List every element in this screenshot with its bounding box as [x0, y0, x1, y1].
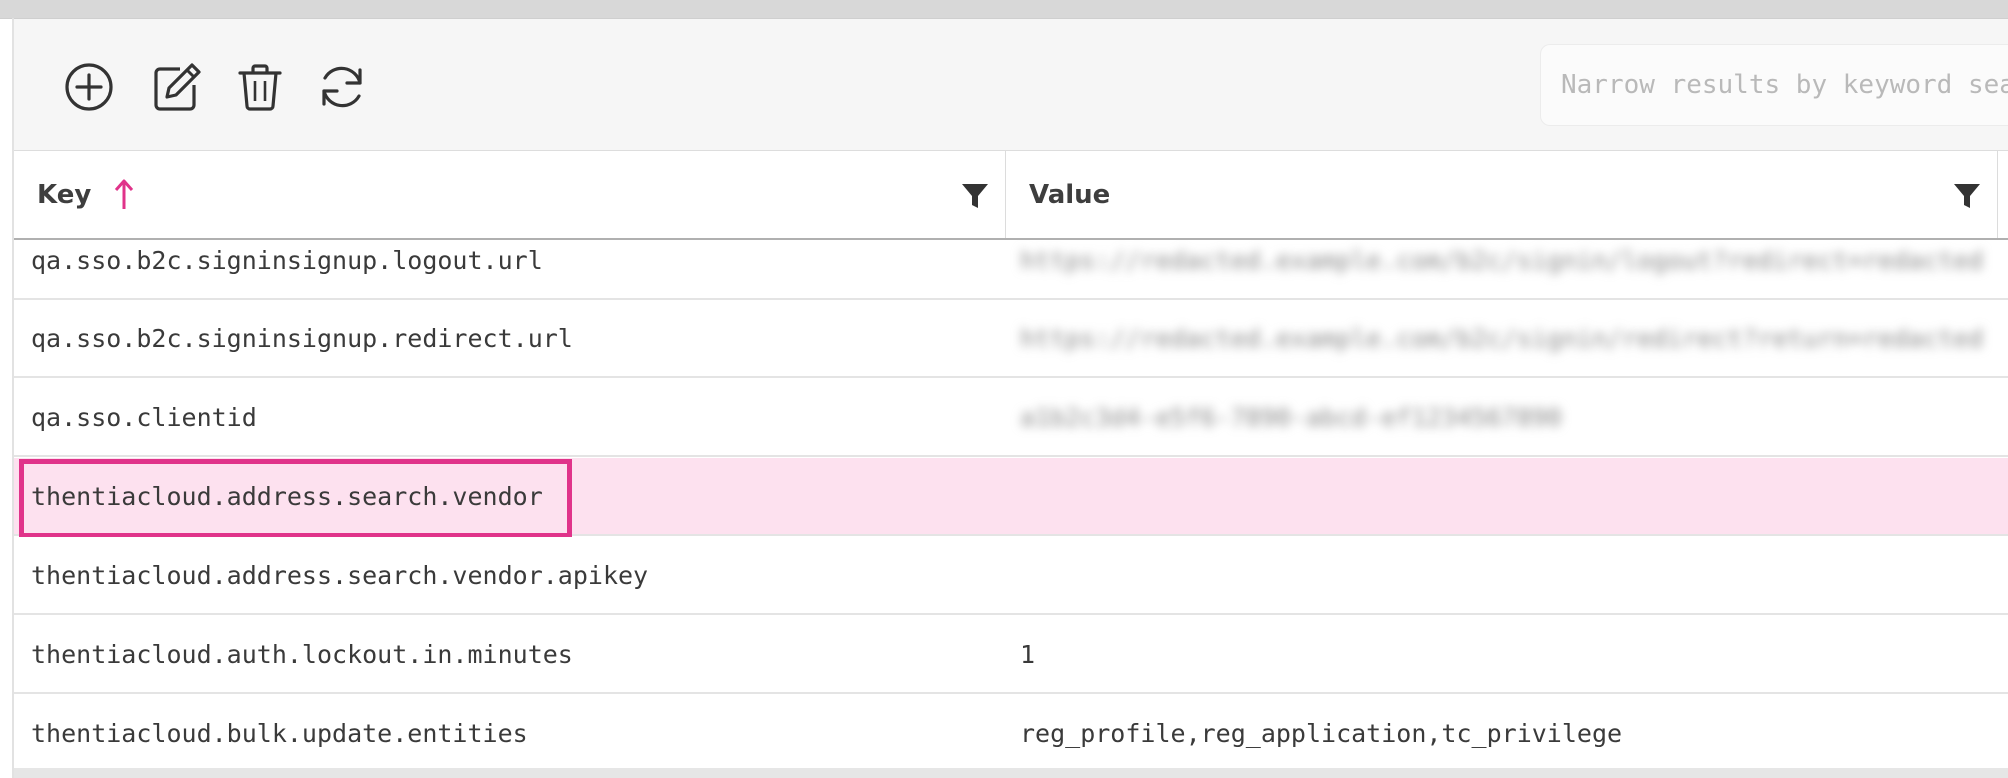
- value-cell: https://redacted.example.com/b2c/signin/…: [1020, 323, 1984, 353]
- table-row[interactable]: thentiacloud.auth.lockout.in.minutes 1: [14, 616, 2008, 694]
- value-cell: https://redacted.example.com/b2c/signin/…: [1020, 245, 1984, 275]
- keyword-search-input[interactable]: [1540, 44, 2008, 126]
- config-table: Key Value qa.sso.b2c.signinsignup.logout…: [14, 151, 2008, 778]
- add-button[interactable]: [61, 59, 117, 115]
- key-cell: thentiacloud.bulk.update.entities: [31, 718, 528, 748]
- filter-icon[interactable]: [961, 182, 989, 210]
- value-cell: [1020, 537, 1990, 613]
- edit-icon: [154, 63, 201, 111]
- delete-icon: [238, 64, 282, 111]
- value-cell: a1b2c3d4-e5f6-7890-abcd-ef1234567890: [1020, 402, 1562, 432]
- sort-ascending-icon[interactable]: [113, 177, 135, 213]
- table-body: qa.sso.b2c.signinsignup.logout.url https…: [14, 240, 2008, 778]
- toolbar: [14, 19, 2008, 151]
- value-cell: 1: [1020, 639, 1036, 669]
- key-cell: thentiacloud.auth.lockout.in.minutes: [31, 639, 573, 669]
- delete-button[interactable]: [232, 59, 288, 115]
- key-cell: qa.sso.b2c.signinsignup.redirect.url: [31, 323, 573, 353]
- column-header-key[interactable]: Key: [14, 151, 1006, 238]
- refresh-button[interactable]: [314, 59, 370, 115]
- key-cell: thentiacloud.address.search.vendor: [31, 481, 543, 511]
- table-row[interactable]: thentiacloud.address.search.vendor.apike…: [14, 537, 2008, 615]
- value-cell: reg_profile,reg_application,tc_privilege: [1020, 718, 1623, 748]
- table-row[interactable]: qa.sso.b2c.signinsignup.logout.url https…: [14, 240, 2008, 300]
- value-cell: [1020, 458, 1990, 534]
- window-top-bar: [0, 0, 2008, 19]
- table-row[interactable]: thentiacloud.bulk.update.entities reg_pr…: [14, 695, 2008, 773]
- key-cell: qa.sso.b2c.signinsignup.logout.url: [31, 245, 543, 275]
- edit-button[interactable]: [148, 59, 204, 115]
- column-header-value-label: Value: [1029, 179, 1111, 210]
- key-cell: qa.sso.clientid: [31, 402, 257, 432]
- filter-icon[interactable]: [1953, 182, 1981, 210]
- table-row[interactable]: qa.sso.clientid a1b2c3d4-e5f6-7890-abcd-…: [14, 379, 2008, 457]
- key-cell: thentiacloud.address.search.vendor.apike…: [31, 560, 649, 590]
- table-row[interactable]: qa.sso.b2c.signinsignup.redirect.url htt…: [14, 300, 2008, 378]
- table-header: Key Value: [14, 151, 2008, 240]
- column-header-key-label: Key: [37, 179, 92, 210]
- refresh-icon: [322, 66, 362, 108]
- horizontal-scrollbar[interactable]: [14, 768, 2008, 778]
- add-circle-icon: [65, 63, 113, 111]
- table-row-selected[interactable]: thentiacloud.address.search.vendor: [14, 458, 2008, 538]
- column-header-value[interactable]: Value: [1006, 151, 1998, 238]
